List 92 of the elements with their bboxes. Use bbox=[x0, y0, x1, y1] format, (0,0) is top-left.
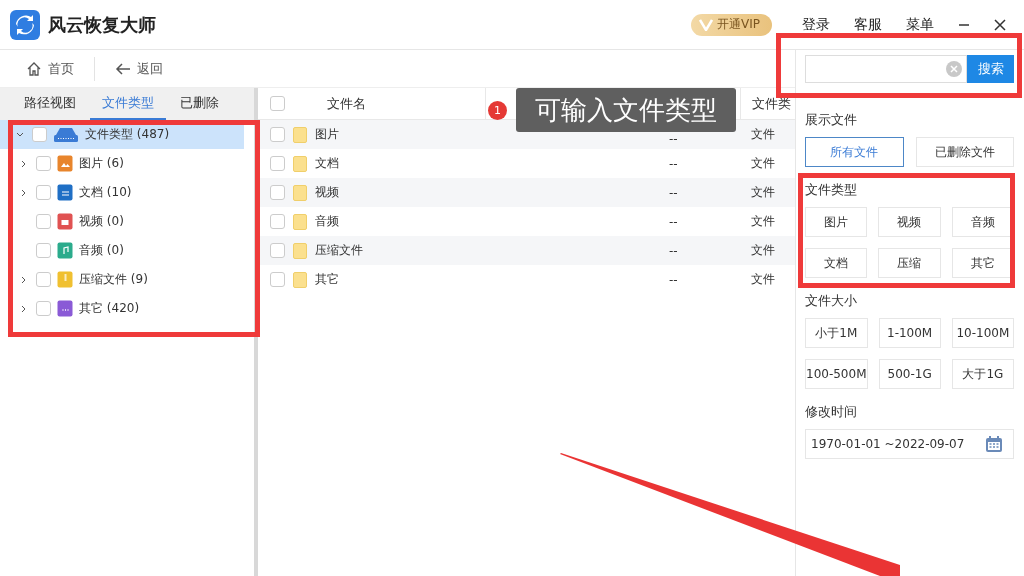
calendar-icon[interactable] bbox=[985, 435, 1003, 453]
tree-item[interactable]: 视频 (0) bbox=[0, 207, 244, 236]
folder-icon bbox=[293, 155, 307, 172]
step-badge: 1 bbox=[488, 101, 507, 120]
drive-icon bbox=[53, 126, 79, 143]
column-header[interactable]: 文件类 bbox=[752, 94, 791, 113]
checkbox[interactable] bbox=[32, 127, 47, 142]
row-checkbox[interactable] bbox=[270, 243, 285, 258]
filter-option[interactable]: 100-500M bbox=[805, 359, 868, 389]
filter-option[interactable]: 10-100M bbox=[951, 318, 1014, 348]
search-button[interactable]: 搜索 bbox=[967, 55, 1014, 83]
row-checkbox[interactable] bbox=[270, 127, 285, 142]
back-button[interactable]: 返回 bbox=[109, 59, 169, 78]
view-tab[interactable]: 已删除 bbox=[168, 88, 231, 120]
folder-icon bbox=[293, 184, 307, 201]
checkbox[interactable] bbox=[36, 272, 51, 287]
tree-item[interactable]: 音频 (0) bbox=[0, 236, 244, 265]
menu-link[interactable]: 客服 bbox=[846, 15, 890, 34]
tree-item[interactable]: 图片 (6) bbox=[0, 149, 244, 178]
close-icon bbox=[994, 18, 1006, 31]
row-checkbox[interactable] bbox=[270, 156, 285, 171]
filter-option[interactable]: 1-100M bbox=[878, 318, 941, 348]
filter-option[interactable]: 大于1G bbox=[951, 359, 1014, 389]
file-name: 视频 bbox=[315, 184, 339, 201]
date-range-field[interactable]: 1970-01-01 ~2022-09-07 bbox=[805, 429, 1014, 459]
file-type: 文件 bbox=[751, 155, 775, 172]
back-arrow-icon bbox=[115, 61, 131, 76]
home-icon bbox=[26, 60, 42, 77]
file-size: -- bbox=[669, 156, 678, 171]
v-logo-icon bbox=[699, 18, 713, 31]
file-size: -- bbox=[669, 132, 678, 146]
file-size: -- bbox=[669, 214, 678, 229]
tree-label: 文档 (10) bbox=[79, 184, 132, 201]
menu-link[interactable]: 菜单 bbox=[898, 15, 942, 34]
home-button[interactable]: 首页 bbox=[20, 59, 80, 78]
view-tab[interactable]: 文件类型 bbox=[90, 88, 166, 120]
tree-item[interactable]: 文档 (10) bbox=[0, 178, 244, 207]
tree-label: 音频 (0) bbox=[79, 242, 124, 259]
folder-icon bbox=[293, 126, 307, 143]
view-tab[interactable]: 路径视图 bbox=[12, 88, 88, 120]
select-all-checkbox[interactable] bbox=[270, 96, 285, 111]
filter-option[interactable]: 小于1M bbox=[805, 318, 868, 348]
tree-label: 文件类型 (487) bbox=[85, 126, 170, 143]
row-checkbox[interactable] bbox=[270, 214, 285, 229]
file-name: 压缩文件 bbox=[315, 242, 363, 259]
file-type: 文件 bbox=[751, 126, 775, 143]
folder-icon bbox=[293, 242, 307, 259]
column-header[interactable]: 文件名 bbox=[327, 94, 366, 113]
tree-label: 视频 (0) bbox=[79, 213, 124, 230]
folder-icon bbox=[293, 271, 307, 288]
section-title: 修改时间 bbox=[805, 403, 858, 421]
folder-icon bbox=[293, 213, 307, 230]
checkbox[interactable] bbox=[36, 243, 51, 258]
app-logo-icon bbox=[10, 9, 40, 40]
checkbox[interactable] bbox=[36, 214, 51, 229]
file-name: 文档 bbox=[315, 155, 339, 172]
file-name: 其它 bbox=[315, 271, 339, 288]
vip-button[interactable]: 开通VIP bbox=[691, 13, 772, 36]
file-size: -- bbox=[669, 272, 678, 287]
tree-label: 压缩文件 (9) bbox=[79, 271, 148, 288]
checkbox[interactable] bbox=[36, 185, 51, 200]
row-checkbox[interactable] bbox=[270, 272, 285, 287]
file-name: 图片 bbox=[315, 126, 339, 143]
tree-item[interactable]: 压缩文件 (9) bbox=[0, 265, 244, 294]
tree-item[interactable]: 其它 (420) bbox=[0, 294, 244, 323]
menu-link[interactable]: 登录 bbox=[794, 15, 838, 34]
filter-option[interactable]: 文档 bbox=[805, 248, 868, 278]
section-title: 文件大小 bbox=[805, 292, 858, 310]
filter-option[interactable]: 500-1G bbox=[878, 359, 941, 389]
filter-option[interactable]: 压缩 bbox=[878, 248, 941, 278]
checkbox[interactable] bbox=[36, 156, 51, 171]
filter-option[interactable]: 所有文件 bbox=[805, 137, 904, 167]
app-title: 风云恢复大师 bbox=[48, 12, 156, 37]
filter-option[interactable]: 已删除文件 bbox=[915, 137, 1014, 167]
tree-label: 其它 (420) bbox=[79, 300, 140, 317]
clear-icon[interactable] bbox=[946, 61, 962, 77]
filter-option[interactable]: 图片 bbox=[805, 207, 868, 237]
file-type: 文件 bbox=[751, 271, 775, 288]
section-title: 展示文件 bbox=[805, 111, 858, 129]
file-size: -- bbox=[669, 185, 678, 200]
file-type: 文件 bbox=[751, 242, 775, 259]
file-type: 文件 bbox=[751, 213, 775, 230]
section-title: 文件类型 bbox=[805, 181, 858, 199]
file-name: 音频 bbox=[315, 213, 339, 230]
file-type: 文件 bbox=[751, 184, 775, 201]
file-size: -- bbox=[669, 243, 678, 258]
callout-tooltip: 可输入文件类型 bbox=[516, 88, 736, 132]
filter-option[interactable]: 视频 bbox=[878, 207, 941, 237]
search-field[interactable] bbox=[805, 55, 967, 83]
row-checkbox[interactable] bbox=[270, 185, 285, 200]
tree-label: 图片 (6) bbox=[79, 155, 124, 172]
checkbox[interactable] bbox=[36, 301, 51, 316]
